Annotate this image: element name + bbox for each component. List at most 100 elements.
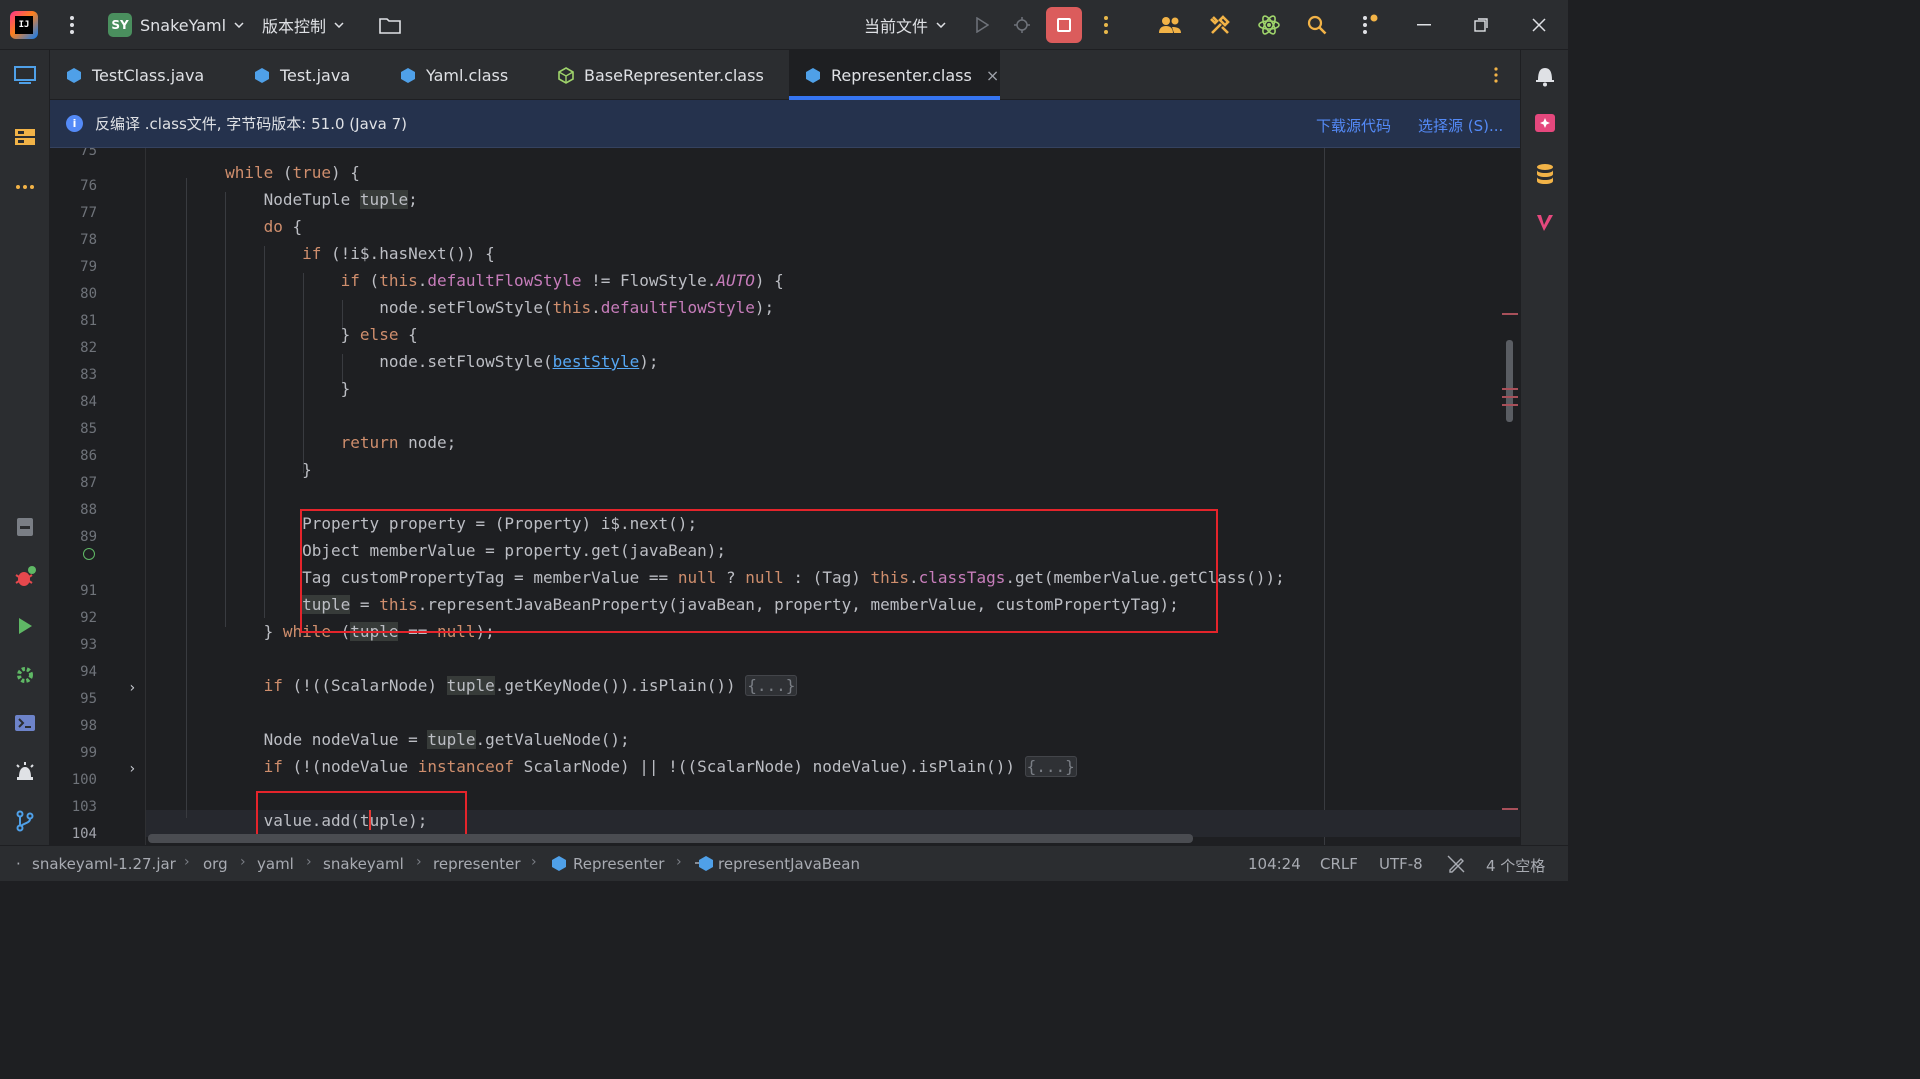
breadcrumb-item[interactable]: representJavaBean bbox=[718, 855, 860, 873]
chevron-down-icon bbox=[234, 22, 244, 28]
error-stripe-mark[interactable] bbox=[1502, 404, 1518, 406]
code-with-me-icon[interactable] bbox=[1156, 12, 1184, 38]
bookmarks-icon[interactable] bbox=[10, 512, 40, 542]
run-icon[interactable] bbox=[970, 13, 994, 37]
choose-sources-link[interactable]: 选择源 (S)... bbox=[1418, 115, 1503, 136]
run-config-selector[interactable]: 当前文件 bbox=[864, 13, 946, 37]
tab-testclass-java[interactable]: TestClass.java bbox=[50, 50, 225, 100]
close-window-icon[interactable] bbox=[1527, 13, 1551, 37]
line-number: 98 bbox=[80, 718, 97, 734]
file-encoding[interactable]: UTF-8 bbox=[1379, 855, 1423, 873]
breadcrumb-separator-icon: › bbox=[531, 854, 537, 870]
problems-icon[interactable] bbox=[10, 757, 40, 787]
run-tool-icon[interactable] bbox=[10, 611, 40, 641]
error-stripe-mark[interactable] bbox=[1502, 388, 1518, 390]
debug-tool-icon[interactable] bbox=[10, 562, 40, 592]
project-selector[interactable]: SY SnakeYaml bbox=[108, 13, 244, 37]
database-icon[interactable] bbox=[1530, 159, 1560, 189]
main-menu-icon[interactable] bbox=[60, 13, 84, 37]
breadcrumb-item[interactable]: snakeyaml-1.27.jar bbox=[32, 855, 176, 873]
annotation-box-loop-body bbox=[300, 509, 1218, 633]
line-number: 94 bbox=[80, 664, 97, 680]
settings-updates-icon[interactable] bbox=[1356, 11, 1382, 39]
code-line: if (this.defaultFlowStyle != FlowStyle.A… bbox=[340, 271, 784, 290]
project-name: SnakeYaml bbox=[140, 15, 227, 35]
structure-icon[interactable] bbox=[10, 122, 40, 152]
fold-expand-icon[interactable]: › bbox=[128, 680, 142, 696]
vcs-label: 版本控制 bbox=[262, 17, 327, 36]
breadcrumb-item[interactable]: representer bbox=[433, 855, 520, 873]
notifications-icon[interactable] bbox=[1530, 60, 1560, 90]
caret-position[interactable]: 104:24 bbox=[1248, 855, 1301, 873]
terminal-icon[interactable] bbox=[10, 708, 40, 738]
chevron-down-icon bbox=[334, 22, 344, 28]
vertical-scrollbar[interactable] bbox=[1506, 340, 1513, 422]
debug-icon[interactable] bbox=[1010, 13, 1034, 37]
code-line: do { bbox=[263, 217, 303, 236]
error-stripe-mark[interactable] bbox=[1502, 396, 1518, 398]
horizontal-scrollbar[interactable] bbox=[148, 834, 1193, 843]
tab-baserepresenter-class[interactable]: BaseRepresenter.class bbox=[542, 50, 787, 100]
line-number: 92 bbox=[80, 610, 97, 626]
compiled-class-icon bbox=[806, 67, 820, 83]
breadcrumb-separator-icon: › bbox=[184, 854, 190, 870]
editor-tabs: TestClass.java Test.java Yaml.class Base… bbox=[50, 50, 1520, 100]
code-line: while (true) { bbox=[225, 163, 360, 182]
line-number: 95 bbox=[80, 691, 97, 707]
folder-icon[interactable] bbox=[376, 12, 404, 38]
line-separator[interactable]: CRLF bbox=[1320, 855, 1358, 873]
tab-test-java[interactable]: Test.java bbox=[238, 50, 378, 100]
more-tools-icon[interactable] bbox=[10, 172, 40, 202]
code-line: if (!(nodeValue instanceof ScalarNode) |… bbox=[263, 756, 1077, 777]
vcs-menu[interactable]: 版本控制 bbox=[262, 13, 344, 37]
intellij-logo-icon[interactable]: IJ bbox=[10, 11, 38, 39]
line-number: 78 bbox=[80, 232, 97, 248]
right-tool-strip bbox=[1520, 50, 1568, 845]
close-tab-icon[interactable]: × bbox=[986, 66, 999, 85]
breadcrumb-separator-icon: › bbox=[240, 854, 246, 870]
folded-code-block[interactable]: {...} bbox=[745, 675, 798, 696]
compiled-class-icon bbox=[401, 67, 415, 83]
indent-setting[interactable]: 4 个空格 bbox=[1486, 855, 1545, 876]
breadcrumb-item[interactable]: snakeyaml bbox=[323, 855, 404, 873]
services-icon[interactable] bbox=[10, 660, 40, 690]
fold-expand-icon[interactable]: › bbox=[128, 761, 142, 777]
tab-representer-class[interactable]: Representer.class × bbox=[789, 50, 1000, 100]
minimize-icon[interactable] bbox=[1412, 13, 1436, 37]
breadcrumb-item[interactable]: org bbox=[203, 855, 228, 873]
tab-yaml-class[interactable]: Yaml.class bbox=[384, 50, 534, 100]
tab-label: TestClass.java bbox=[92, 65, 205, 85]
breadcrumb-separator-icon: › bbox=[306, 854, 312, 870]
restore-icon[interactable] bbox=[1469, 13, 1493, 37]
java-class-icon bbox=[255, 67, 269, 83]
vue-plugin-icon[interactable] bbox=[1530, 208, 1560, 238]
breakpoint-marker-icon[interactable] bbox=[83, 548, 95, 560]
error-stripe-mark[interactable] bbox=[1502, 808, 1518, 810]
breadcrumb-item[interactable]: Representer bbox=[573, 855, 664, 873]
stop-button[interactable] bbox=[1046, 7, 1082, 43]
build-tools-icon[interactable] bbox=[1206, 12, 1234, 38]
line-number: 86 bbox=[80, 448, 97, 464]
project-view-icon[interactable] bbox=[10, 60, 40, 90]
search-icon[interactable] bbox=[1304, 12, 1330, 38]
folded-code-block[interactable]: {...} bbox=[1024, 756, 1077, 777]
tab-overflow-icon[interactable] bbox=[1488, 65, 1504, 85]
banner-message: 反编译 .class文件, 字节码版本: 51.0 (Java 7) bbox=[95, 115, 407, 133]
info-icon: i bbox=[66, 115, 83, 132]
more-actions-icon[interactable] bbox=[1094, 13, 1118, 37]
breadcrumb-item[interactable]: yaml bbox=[257, 855, 294, 873]
tab-label: Representer.class bbox=[831, 65, 972, 85]
line-number: 89 bbox=[80, 529, 97, 545]
readonly-icon[interactable] bbox=[1447, 855, 1465, 873]
ai-assistant-icon[interactable] bbox=[1255, 11, 1283, 39]
gutter-divider bbox=[145, 148, 146, 845]
line-number: 87 bbox=[80, 475, 97, 491]
download-sources-link[interactable]: 下载源代码 bbox=[1316, 115, 1391, 136]
code-editor[interactable]: 75 76 77 78 79 80 81 82 83 84 85 86 87 88 89 91 92 93 94 95… bbox=[50, 148, 1520, 845]
tab-label: Yaml.class bbox=[426, 65, 509, 85]
line-number: 104 bbox=[71, 826, 97, 842]
ai-chat-icon[interactable] bbox=[1530, 109, 1560, 139]
error-stripe-mark[interactable] bbox=[1502, 313, 1518, 315]
code-line: Node nodeValue = tuple.getValueNode(); bbox=[148, 730, 630, 749]
git-icon[interactable] bbox=[10, 806, 40, 836]
